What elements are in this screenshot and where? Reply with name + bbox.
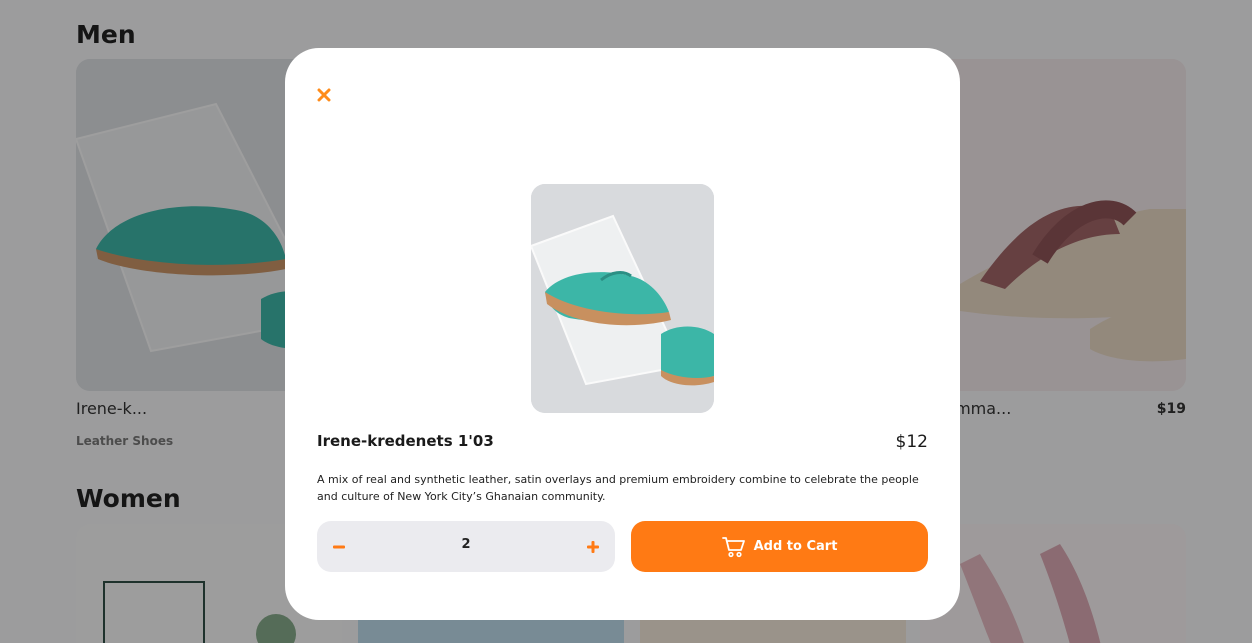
close-icon: [317, 88, 331, 102]
add-to-cart-label: Add to Cart: [753, 539, 838, 554]
close-button[interactable]: [313, 84, 335, 106]
shoe-image: [531, 184, 714, 413]
cart-icon: [721, 536, 745, 557]
product-price: $12: [895, 432, 928, 452]
product-description: A mix of real and synthetic leather, sat…: [317, 473, 919, 503]
product-detail-modal: Irene-kredenets 1'03 $12 A mix of real a…: [285, 48, 960, 620]
add-to-cart-button[interactable]: Add to Cart: [631, 521, 928, 572]
plus-icon: [587, 541, 599, 553]
quantity-stepper: 2: [317, 521, 615, 572]
product-image: [531, 184, 714, 413]
product-name: Irene-kredenets 1'03: [317, 432, 494, 450]
quantity-value: 2: [461, 537, 471, 552]
increase-quantity-button[interactable]: [580, 534, 606, 560]
